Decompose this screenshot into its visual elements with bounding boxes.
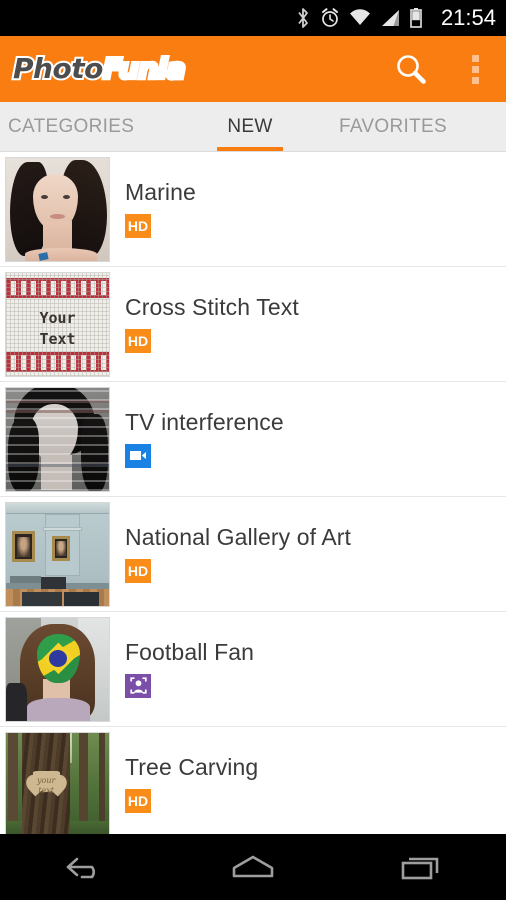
overflow-dot-3 [471, 76, 479, 84]
status-badge: HD [125, 328, 151, 353]
back-button[interactable] [34, 834, 134, 900]
list-item[interactable]: National Gallery of Art HD [0, 497, 506, 612]
list-item[interactable]: your text Tree Carving HD [0, 727, 506, 834]
battery-icon [410, 8, 422, 28]
recents-icon [401, 857, 438, 880]
effect-title: Marine [125, 179, 196, 206]
list-item[interactable]: Marine HD [0, 152, 506, 267]
effect-info: Cross Stitch Text HD [125, 294, 299, 353]
status-bar: 21:54 [0, 0, 506, 36]
android-nav-bar [0, 834, 506, 900]
effect-thumbnail [5, 156, 110, 262]
bluetooth-icon [298, 8, 308, 28]
effect-title: Tree Carving [125, 754, 259, 781]
list-item[interactable]: Your Text Cross Stitch Text HD [0, 267, 506, 382]
status-badge [125, 443, 151, 468]
status-badge [125, 673, 151, 698]
list-item[interactable]: Football Fan [0, 612, 506, 727]
effect-info: TV interference [125, 409, 284, 468]
effect-info: National Gallery of Art HD [125, 524, 352, 583]
tab-categories-label: CATEGORIES [8, 115, 135, 137]
video-camera-icon [130, 451, 146, 461]
thumb-text-line-2: Text [39, 330, 76, 349]
effect-title: National Gallery of Art [125, 524, 352, 551]
tab-bar: CATEGORIES NEW FAVORITES [0, 102, 506, 152]
tab-favorites-label: FAVORITES [339, 115, 447, 137]
effect-info: Marine HD [125, 179, 196, 238]
status-badge: HD [125, 558, 151, 583]
effect-title: Cross Stitch Text [125, 294, 299, 321]
app-bar: PhotoFunia [0, 36, 506, 102]
effect-title: Football Fan [125, 639, 255, 666]
tab-favorites[interactable]: FAVORITES [330, 102, 506, 151]
signal-icon [381, 10, 399, 26]
status-badge: HD [125, 788, 151, 813]
overflow-menu-button[interactable] [444, 36, 506, 102]
wifi-icon [349, 9, 370, 25]
thumb-text-line-1: your [37, 776, 56, 786]
thumb-text-line-2: text [38, 785, 54, 795]
thumb-text-line-1: Your [39, 308, 76, 327]
status-bar-icons: 21:54 [295, 5, 496, 31]
tab-new-label: NEW [227, 115, 273, 137]
search-button[interactable] [378, 36, 444, 102]
effect-info: Tree Carving HD [125, 754, 259, 813]
overflow-dot-2 [471, 65, 479, 73]
status-bar-clock: 21:54 [440, 5, 496, 30]
home-button[interactable] [203, 834, 303, 900]
tab-categories[interactable]: CATEGORIES [0, 102, 170, 151]
app-logo: PhotoFunia [11, 52, 188, 85]
app-bar-actions [378, 36, 506, 102]
effects-list[interactable]: Marine HD Your Text Cross Stitch Text HD… [0, 152, 506, 834]
phone-screen: 21:54 PhotoFunia CATEGORIES NEW FAVORITE… [0, 0, 506, 900]
effect-thumbnail [5, 501, 110, 607]
alarm-icon [321, 8, 338, 27]
effect-thumbnail [5, 386, 110, 492]
effect-info: Football Fan [125, 639, 255, 698]
effect-thumbnail: your text [5, 731, 110, 834]
recents-button[interactable] [372, 834, 472, 900]
effect-thumbnail: Your Text [5, 271, 110, 377]
tab-new[interactable]: NEW [170, 102, 330, 151]
logo-text-funia: Funia [101, 52, 188, 85]
logo-text-photo: Photo [11, 52, 105, 85]
status-badge: HD [125, 213, 151, 238]
home-icon [232, 855, 274, 878]
face-detection-icon [129, 677, 147, 694]
effect-title: TV interference [125, 409, 284, 436]
overflow-dot-1 [471, 54, 479, 62]
search-icon [397, 55, 426, 84]
list-item[interactable]: TV interference [0, 382, 506, 497]
back-icon [67, 857, 96, 879]
effect-thumbnail [5, 616, 110, 722]
